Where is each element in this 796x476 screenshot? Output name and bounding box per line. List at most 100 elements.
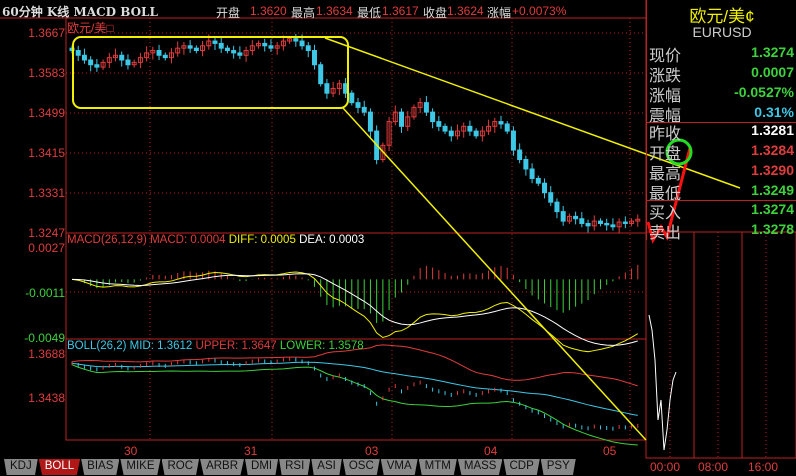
- open-value: 1.3620: [250, 4, 287, 18]
- tab-arbr[interactable]: ARBR: [200, 459, 245, 475]
- candle-body: [529, 168, 535, 179]
- close-value: 1.3624: [447, 4, 484, 18]
- quote-row: 买入 1.3274: [649, 199, 794, 222]
- candle-body: [349, 92, 355, 104]
- quote-value: 1.3249: [751, 182, 794, 198]
- candle-body: [212, 40, 218, 44]
- quote-value: 1.3290: [751, 162, 794, 178]
- boll-lower: LOWER: 1.3578: [279, 340, 364, 352]
- candle-body: [542, 182, 548, 194]
- macd-value: MACD: 0.0004: [150, 234, 226, 246]
- candle-body: [604, 222, 610, 226]
- y-tick: 1.3415: [28, 146, 65, 160]
- quote-row: 开盘 1.3284: [649, 140, 794, 163]
- quote-panel: 欧元/美¢ EURUSD 现价 1.3274 涨跌 0.0007 涨幅 -0.0527% 震…: [646, 0, 796, 242]
- x-label: 05: [603, 444, 617, 458]
- low-value: 1.3617: [382, 4, 419, 18]
- candle-body: [610, 224, 616, 228]
- change-label: 涨幅: [487, 6, 512, 20]
- candle-body: [448, 130, 454, 137]
- x-label: 03: [365, 444, 379, 458]
- candle-body: [523, 159, 529, 170]
- open-label: 开盘: [216, 6, 241, 20]
- tab-cdp[interactable]: CDP: [503, 459, 540, 475]
- candle-body: [231, 50, 237, 54]
- tab-vma[interactable]: VMA: [380, 459, 418, 475]
- divider: [647, 200, 796, 201]
- candle-body: [622, 221, 628, 224]
- tab-osc[interactable]: OSC: [342, 459, 380, 475]
- quote-value: 0.0007: [751, 64, 794, 80]
- boll-upper: UPPER: 1.3647: [195, 340, 277, 352]
- candle-body: [554, 201, 560, 213]
- candle-body: [343, 83, 349, 94]
- x-label: 04: [484, 444, 498, 458]
- boll-y-tick: 1.3688: [28, 347, 65, 361]
- candle-body: [318, 64, 324, 85]
- quote-code: EURUSD: [692, 24, 752, 40]
- candle-body: [399, 111, 405, 127]
- dea-value: DEA: 0.0003: [299, 234, 365, 246]
- macd-y-tick: 0.0027: [28, 241, 65, 255]
- tab-psy[interactable]: PSY: [540, 459, 576, 475]
- candle-body: [548, 192, 554, 203]
- candle-body: [224, 47, 230, 52]
- candle-body: [81, 54, 87, 61]
- candle-body: [193, 47, 199, 52]
- candle-body: [218, 42, 224, 49]
- diff-value: DIFF: 0.0005: [228, 234, 296, 246]
- tab-mass[interactable]: MASS: [457, 459, 503, 475]
- candle-body: [367, 111, 373, 132]
- candle-body: [237, 52, 243, 56]
- candle-body: [430, 111, 436, 123]
- candle-body: [75, 50, 81, 56]
- candle-body: [268, 45, 274, 49]
- y-tick: 1.3583: [28, 66, 65, 80]
- change-value: +0.0073%: [512, 4, 567, 18]
- quote-value: 1.3278: [751, 221, 794, 237]
- intraday-line: [648, 314, 677, 451]
- candle-body: [156, 50, 162, 56]
- candle-body: [88, 59, 94, 66]
- tab-roc[interactable]: ROC: [161, 459, 200, 475]
- quote-value: 1.3274: [751, 44, 794, 60]
- close-label: 收盘: [423, 6, 448, 20]
- dea-line: [71, 273, 638, 346]
- macd-y-tick: -0.0011: [25, 286, 65, 300]
- time-label: 00:00: [650, 460, 681, 474]
- chart-title: 60分钟 K线 MACD BOLL: [2, 5, 158, 19]
- candle-body: [467, 125, 473, 132]
- candle-body: [579, 218, 585, 224]
- candle-body: [560, 211, 566, 222]
- macd-label: MACD(26,12,9): [67, 234, 147, 246]
- quote-row: 昨收 1.3281: [649, 120, 794, 143]
- tab-kdj[interactable]: KDJ: [4, 459, 38, 475]
- candle-body: [162, 54, 168, 59]
- time-label: 08:00: [698, 460, 729, 474]
- quote-value: 1.3274: [751, 201, 794, 217]
- low-label: 最低: [357, 6, 382, 20]
- candle-body: [94, 64, 100, 68]
- tab-asi[interactable]: ASI: [311, 459, 342, 475]
- indicator-tabs: KDJ BOLL BIAS MIKE ROC ARBR DMI RSI ASI OSC VMA MTM…: [4, 459, 577, 476]
- high-label: 最高: [291, 6, 316, 20]
- tab-rsi[interactable]: RSI: [279, 459, 311, 475]
- intraday-frame: [645, 231, 796, 459]
- tab-dmi[interactable]: DMI: [245, 459, 279, 475]
- candle-body: [262, 42, 268, 47]
- tab-bias[interactable]: BIAS: [81, 459, 120, 475]
- quote-key: 卖出: [649, 225, 682, 242]
- x-label: 30: [124, 444, 138, 458]
- plot-frame: [65, 17, 647, 441]
- symbol-label: 欧元/美□: [67, 21, 114, 35]
- quote-row: 现价 1.3274: [649, 42, 794, 65]
- quote-row: 涨幅 -0.0527%: [649, 82, 794, 105]
- boll-mid: MID: 1.3612: [129, 340, 193, 352]
- tab-boll[interactable]: BOLL: [38, 459, 81, 475]
- tab-mike[interactable]: MIKE: [120, 459, 161, 475]
- candle-body: [125, 59, 131, 66]
- y-tick: 1.3499: [28, 106, 65, 120]
- candle-body: [355, 102, 361, 108]
- tab-mtm[interactable]: MTM: [418, 459, 457, 475]
- candle-body: [573, 215, 579, 220]
